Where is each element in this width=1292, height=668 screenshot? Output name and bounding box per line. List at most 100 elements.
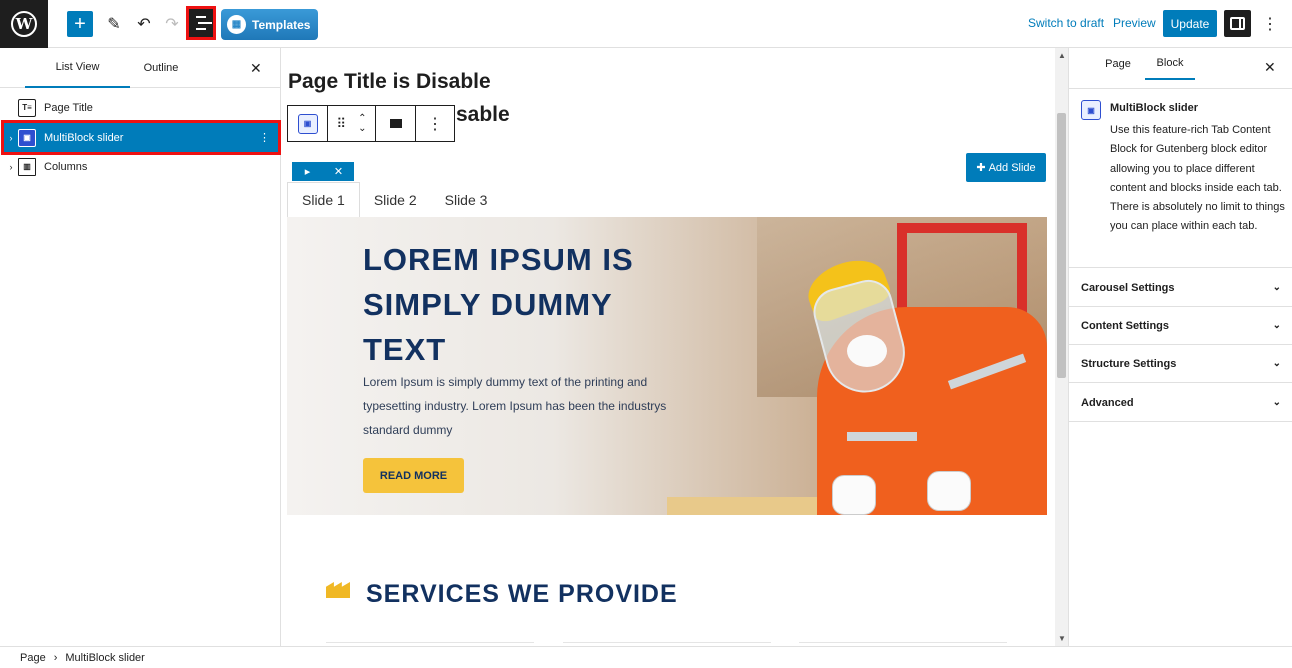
panel-content-settings[interactable]: Content Settings ⌄ [1069,307,1292,345]
preview-link[interactable]: Preview [1113,16,1156,30]
multiblock-slider-icon: ▣ [18,128,36,147]
close-icon[interactable]: ✕ [1264,59,1276,76]
plus-icon: ✚ [976,162,986,174]
panel-advanced[interactable]: Advanced ⌄ [1069,384,1292,422]
chevron-right-icon[interactable]: › [4,133,18,143]
block-card: ▣ MultiBlock slider Use this feature-ric… [1069,88,1292,268]
hero-heading: LOREM IPSUM IS SIMPLY DUMMY TEXT [363,242,634,367]
multiblock-slider-icon: ▣ [1081,100,1101,120]
glove [927,471,971,511]
columns-icon: ▥ [18,157,36,176]
scrollbar-thumb[interactable] [1057,113,1066,378]
block-toolbar: ▣ ⠿ ⌃ ⌄ ⋮ [287,105,455,142]
tab-list-view[interactable]: List View [25,48,130,88]
tab-outline[interactable]: Outline [130,48,192,88]
list-item-columns[interactable]: › ▥ Columns [4,152,278,181]
panel-label: Advanced [1081,396,1134,409]
redo-button[interactable]: ↷ [160,10,184,38]
tab-slide-3[interactable]: Slide 3 [431,182,502,217]
more-options-icon: ⋮ [427,115,443,133]
templates-icon: ▦ [227,15,246,34]
add-slide-label: Add Slide [988,161,1036,174]
scroll-up-icon[interactable]: ▲ [1058,51,1066,60]
pencil-icon: ✎ [107,16,121,33]
list-view-panel: List View Outline ✕ T≡ Page Title › ▣ Mu… [0,48,281,646]
page-title[interactable]: Page Title is Disable [288,70,491,94]
list-item-page-title[interactable]: T≡ Page Title [4,93,278,122]
tab-page[interactable]: Page [1097,48,1139,80]
undo-button[interactable]: ↶ [132,10,156,38]
add-slide-button[interactable]: ✚ Add Slide [966,153,1046,182]
block-description: Use this feature-rich Tab Content Block … [1110,124,1285,233]
document-overview-button[interactable] [186,6,216,40]
factory-icon [326,582,350,598]
undo-icon: ↶ [137,16,151,33]
block-mover[interactable]: ⠿ ⌃ ⌄ [328,106,376,141]
close-icon[interactable]: ✕ [323,162,354,181]
block-type-button[interactable]: ▣ [288,106,328,141]
block-options-button[interactable]: ⋮ [416,106,454,141]
list-view-tabs: List View Outline ✕ [0,48,280,88]
settings-tabs: Page Block ✕ [1069,48,1292,88]
align-icon [389,119,402,128]
slider-controls: ▸ ✕ [292,162,354,181]
panel-carousel-settings[interactable]: Carousel Settings ⌄ [1069,269,1292,307]
hero-text: Lorem Ipsum is simply dummy text of the … [363,375,667,437]
services-heading: SERVICES WE PROVIDE [366,580,678,608]
background-forklift [897,223,1027,313]
canvas-scrollbar[interactable]: ▲ ▼ [1055,48,1068,646]
glove [832,475,876,515]
panel-structure-settings[interactable]: Structure Settings ⌄ [1069,345,1292,383]
tab-slide-1[interactable]: Slide 1 [287,182,360,217]
redo-icon: ↷ [165,16,179,33]
item-options-icon[interactable]: ⋮ [259,131,270,144]
list-item-label: Page Title [44,101,93,114]
multiblock-slider-icon: ▣ [297,113,318,134]
settings-toggle-button[interactable] [1224,10,1251,37]
list-item-label: MultiBlock slider [44,131,124,144]
options-menu-icon[interactable]: ⋮ [1262,14,1278,34]
reflective-stripe [847,432,917,441]
wordpress-icon: W [11,11,37,37]
play-icon[interactable]: ▸ [292,162,323,181]
panel-label: Carousel Settings [1081,281,1175,294]
tab-block[interactable]: Block [1145,48,1195,80]
slide-tabs: Slide 1 Slide 2 Slide 3 [287,182,501,217]
tab-slide-2[interactable]: Slide 2 [360,182,431,217]
chevron-down-icon: ⌄ [1272,358,1281,369]
breadcrumb-block[interactable]: MultiBlock slider [65,652,144,664]
editor-canvas: Page Title is Disable sable ▣ ⠿ ⌃ ⌄ ⋮ ▸ ✕… [281,48,1055,646]
chevron-right-icon[interactable]: › [4,162,18,172]
update-button[interactable]: Update [1163,10,1217,37]
breadcrumb-page[interactable]: Page [20,652,46,664]
close-icon[interactable]: ✕ [250,60,262,77]
hero-slide: LOREM IPSUM IS SIMPLY DUMMY TEXT Lorem I… [287,217,1047,515]
switch-to-draft-link[interactable]: Switch to draft [1028,16,1104,30]
list-item-multiblock-slider[interactable]: › ▣ MultiBlock slider ⋮ [1,120,281,155]
align-button[interactable] [376,106,416,141]
drag-handle-icon[interactable]: ⠿ [337,116,347,132]
page-title-partial: sable [456,103,510,126]
chevron-down-icon: ⌄ [1272,397,1281,408]
respirator-mask [847,335,887,367]
chevron-down-icon: ⌄ [1272,320,1281,331]
scroll-down-icon[interactable]: ▼ [1058,634,1066,643]
panel-label: Structure Settings [1081,357,1177,370]
breadcrumb: Page › MultiBlock slider [0,646,1292,668]
block-name: MultiBlock slider [1110,102,1199,114]
panel-label: Content Settings [1081,319,1169,332]
read-more-button[interactable]: READ MORE [363,458,464,493]
title-block-icon: T≡ [18,98,36,117]
templates-button[interactable]: ▦ Templates [221,9,318,40]
move-up-down-icon[interactable]: ⌃ ⌄ [358,113,366,134]
list-item-label: Columns [44,160,88,173]
pencil-tool-button[interactable]: ✎ [102,10,126,38]
breadcrumb-separator-icon: › [53,651,58,664]
templates-label: Templates [252,17,311,32]
editor-top-toolbar: W + ✎ ↶ ↷ ▦ Templates Switch to draft Pr… [0,0,1292,48]
add-block-button[interactable]: + [67,11,93,37]
wordpress-logo-button[interactable]: W [0,0,48,48]
sidebar-icon [1230,17,1245,30]
settings-sidebar: Page Block ✕ ▣ MultiBlock slider Use thi… [1068,48,1292,646]
chevron-down-icon: ⌄ [1272,282,1281,293]
